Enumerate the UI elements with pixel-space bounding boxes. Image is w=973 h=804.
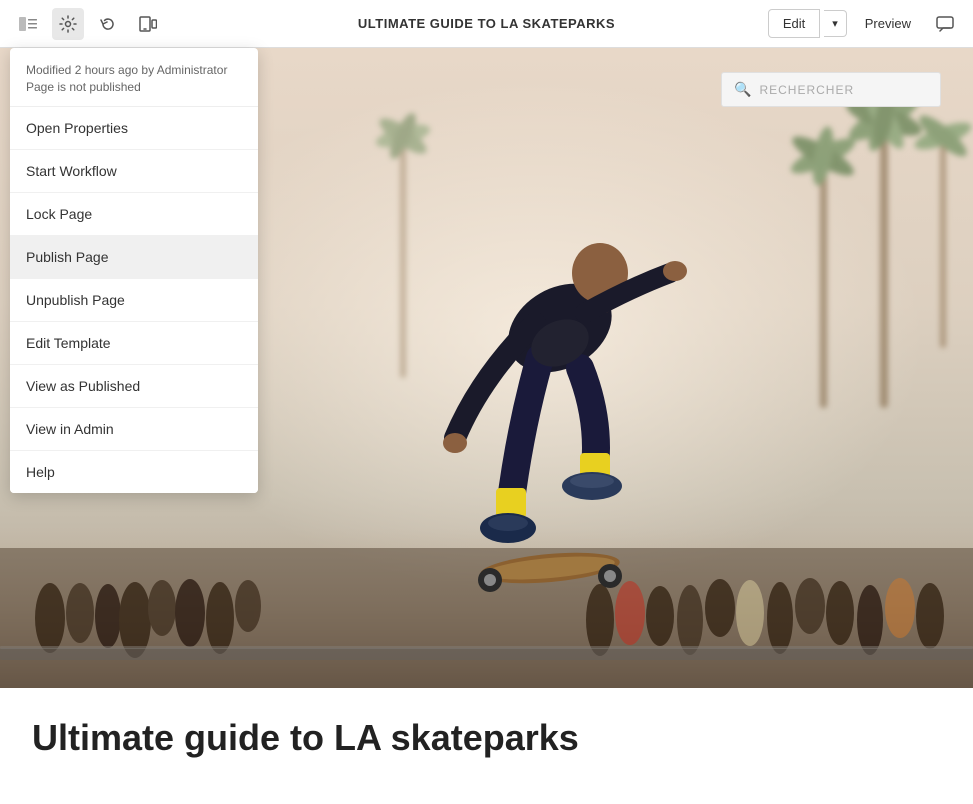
- device-preview-button[interactable]: [132, 8, 164, 40]
- edit-dropdown-button[interactable]: ▾: [824, 10, 847, 37]
- edit-button[interactable]: Edit: [768, 9, 820, 38]
- dropdown-header: Modified 2 hours ago by Administrator Pa…: [10, 48, 258, 107]
- dropdown-item-edit-template[interactable]: Edit Template: [10, 322, 258, 365]
- dropdown-item-unpublish-page[interactable]: Unpublish Page: [10, 279, 258, 322]
- dropdown-item-view-as-published[interactable]: View as Published: [10, 365, 258, 408]
- dropdown-header-line2: Page is not published: [26, 79, 242, 96]
- search-overlay: 🔍 RECHERCHER: [721, 72, 941, 107]
- dropdown-menu: Modified 2 hours ago by Administrator Pa…: [10, 48, 258, 493]
- page-title-toolbar: ULTIMATE GUIDE TO LA SKATEPARKS: [358, 16, 615, 31]
- dropdown-item-help[interactable]: Help: [10, 451, 258, 493]
- dropdown-item-publish-page[interactable]: Publish Page: [10, 236, 258, 279]
- toolbar-left: [12, 8, 164, 40]
- dropdown-header-line1: Modified 2 hours ago by Administrator: [26, 62, 242, 79]
- toolbar: ULTIMATE GUIDE TO LA SKATEPARKS Edit ▾ P…: [0, 0, 973, 48]
- page-main-title: Ultimate guide to LA skateparks: [32, 716, 941, 759]
- page-title-area: Ultimate guide to LA skateparks: [0, 688, 973, 804]
- dropdown-item-view-in-admin[interactable]: View in Admin: [10, 408, 258, 451]
- search-placeholder: RECHERCHER: [759, 83, 854, 97]
- sidebar-toggle-button[interactable]: [12, 8, 44, 40]
- search-bar[interactable]: 🔍 RECHERCHER: [721, 72, 941, 107]
- preview-button[interactable]: Preview: [851, 10, 925, 37]
- settings-button[interactable]: [52, 8, 84, 40]
- messages-button[interactable]: [929, 8, 961, 40]
- undo-button[interactable]: [92, 8, 124, 40]
- dropdown-item-lock-page[interactable]: Lock Page: [10, 193, 258, 236]
- toolbar-right: Edit ▾ Preview: [768, 8, 961, 40]
- dropdown-item-open-properties[interactable]: Open Properties: [10, 107, 258, 150]
- search-icon: 🔍: [734, 81, 751, 98]
- dropdown-item-start-workflow[interactable]: Start Workflow: [10, 150, 258, 193]
